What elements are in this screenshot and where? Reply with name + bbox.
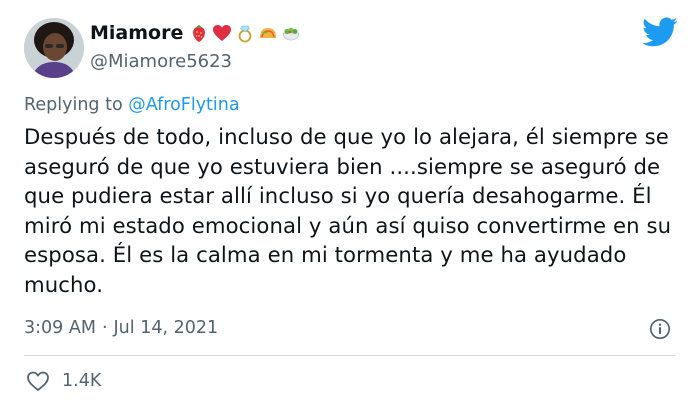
author-handle[interactable]: @Miamore5623 (90, 51, 232, 72)
like-button[interactable]: 1.4K (26, 370, 101, 392)
tweet-text: Después de todo, incluso de que yo lo al… (24, 124, 672, 297)
taco-emoji (260, 28, 277, 38)
twitter-logo-icon[interactable] (642, 14, 678, 50)
like-count: 1.4K (62, 371, 102, 391)
red-heart-emoji (213, 25, 232, 41)
replying-to: Replying to @AfroFlytina (24, 95, 240, 115)
tweet-time[interactable]: 3:09 AM (24, 318, 96, 338)
tweet-timestamp[interactable]: 3:09 AM · Jul 14, 2021 (24, 318, 218, 338)
tweet-date[interactable]: Jul 14, 2021 (114, 318, 219, 338)
name-emojis (189, 23, 301, 43)
display-name[interactable]: Miamore (90, 22, 183, 44)
reply-prefix: Replying to (24, 95, 123, 115)
tweet-card: Miamore @Miamore5623 Replying to @AfroFl… (0, 0, 700, 410)
avatar[interactable] (24, 18, 84, 78)
avatar-image (24, 18, 84, 78)
divider (24, 355, 676, 356)
info-icon[interactable] (649, 318, 671, 340)
heart-icon[interactable] (26, 370, 50, 392)
strawberry-emoji (193, 25, 206, 42)
reply-mention-link[interactable]: @AfroFlytina (128, 95, 239, 115)
meta-separator: · (101, 318, 108, 338)
ring-emoji (238, 25, 252, 43)
author-name-row[interactable]: Miamore (90, 22, 301, 44)
salad-emoji (283, 27, 300, 41)
